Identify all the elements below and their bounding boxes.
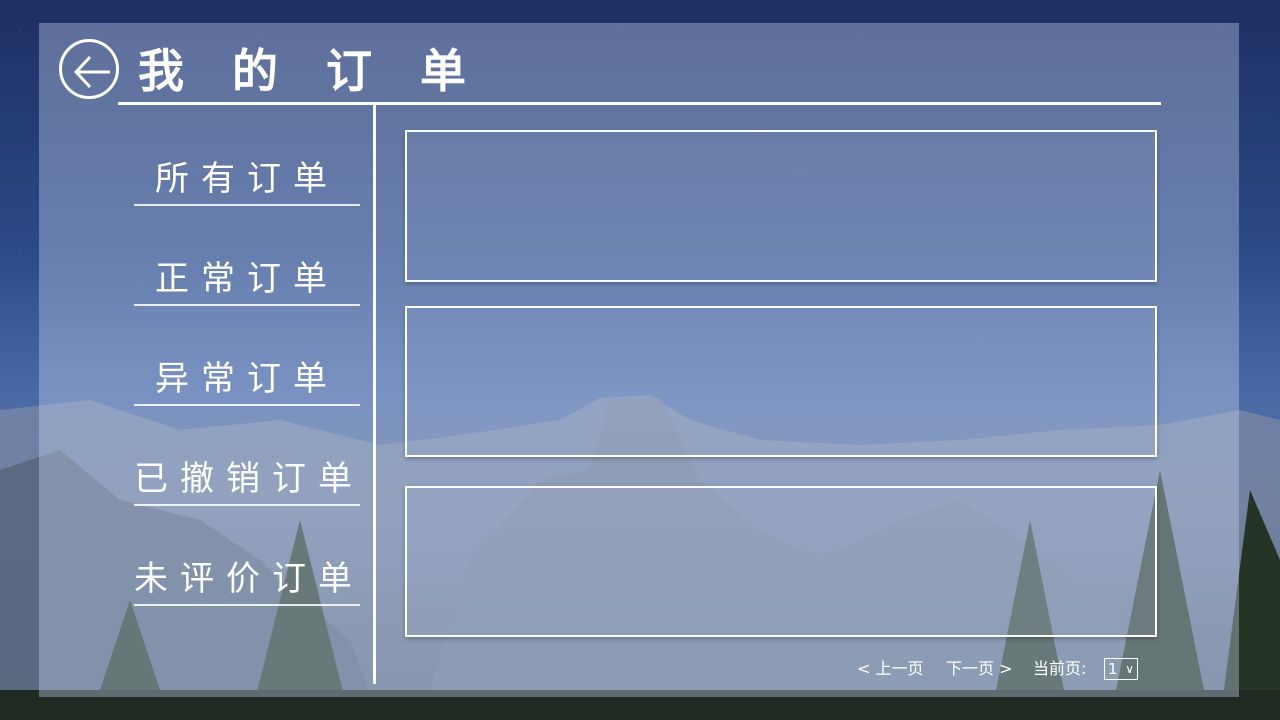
title-divider <box>118 102 1161 105</box>
sidebar-item-underline <box>134 504 360 506</box>
order-card[interactable] <box>405 306 1157 457</box>
arrow-left-circle-icon <box>73 55 110 89</box>
order-card[interactable] <box>405 486 1157 637</box>
prev-page-link[interactable]: < 上一页 <box>857 658 924 680</box>
page-select[interactable]: 1 ∨ <box>1104 658 1138 680</box>
sidebar-item-label: 已撤销订单 <box>134 459 364 499</box>
page-select-value: 1 <box>1108 660 1118 678</box>
sidebar-item-unreviewed-orders[interactable]: 未评价订单 <box>134 536 360 606</box>
sidebar-item-underline <box>134 404 360 406</box>
sidebar-item-label: 所有订单 <box>155 159 339 199</box>
sidebar-item-underline <box>134 204 360 206</box>
sidebar-divider <box>373 105 376 684</box>
sidebar-item-underline <box>134 304 360 306</box>
sidebar-item-underline <box>134 604 360 606</box>
next-page-link[interactable]: 下一页 > <box>946 658 1013 680</box>
page-title: 我 的 订 单 <box>138 44 483 98</box>
chevron-down-icon: ∨ <box>1125 662 1134 676</box>
sidebar-item-label: 异常订单 <box>155 359 339 399</box>
current-page-label: 当前页: <box>1033 659 1087 678</box>
sidebar-item-normal-orders[interactable]: 正常订单 <box>134 236 360 306</box>
order-card[interactable] <box>405 130 1157 282</box>
sidebar-item-label: 未评价订单 <box>134 559 364 599</box>
sidebar-item-all-orders[interactable]: 所有订单 <box>134 136 360 206</box>
back-button[interactable] <box>59 39 119 99</box>
sidebar-item-abnormal-orders[interactable]: 异常订单 <box>134 336 360 406</box>
sidebar-item-cancelled-orders[interactable]: 已撤销订单 <box>134 436 360 506</box>
sidebar-item-label: 正常订单 <box>155 259 339 299</box>
